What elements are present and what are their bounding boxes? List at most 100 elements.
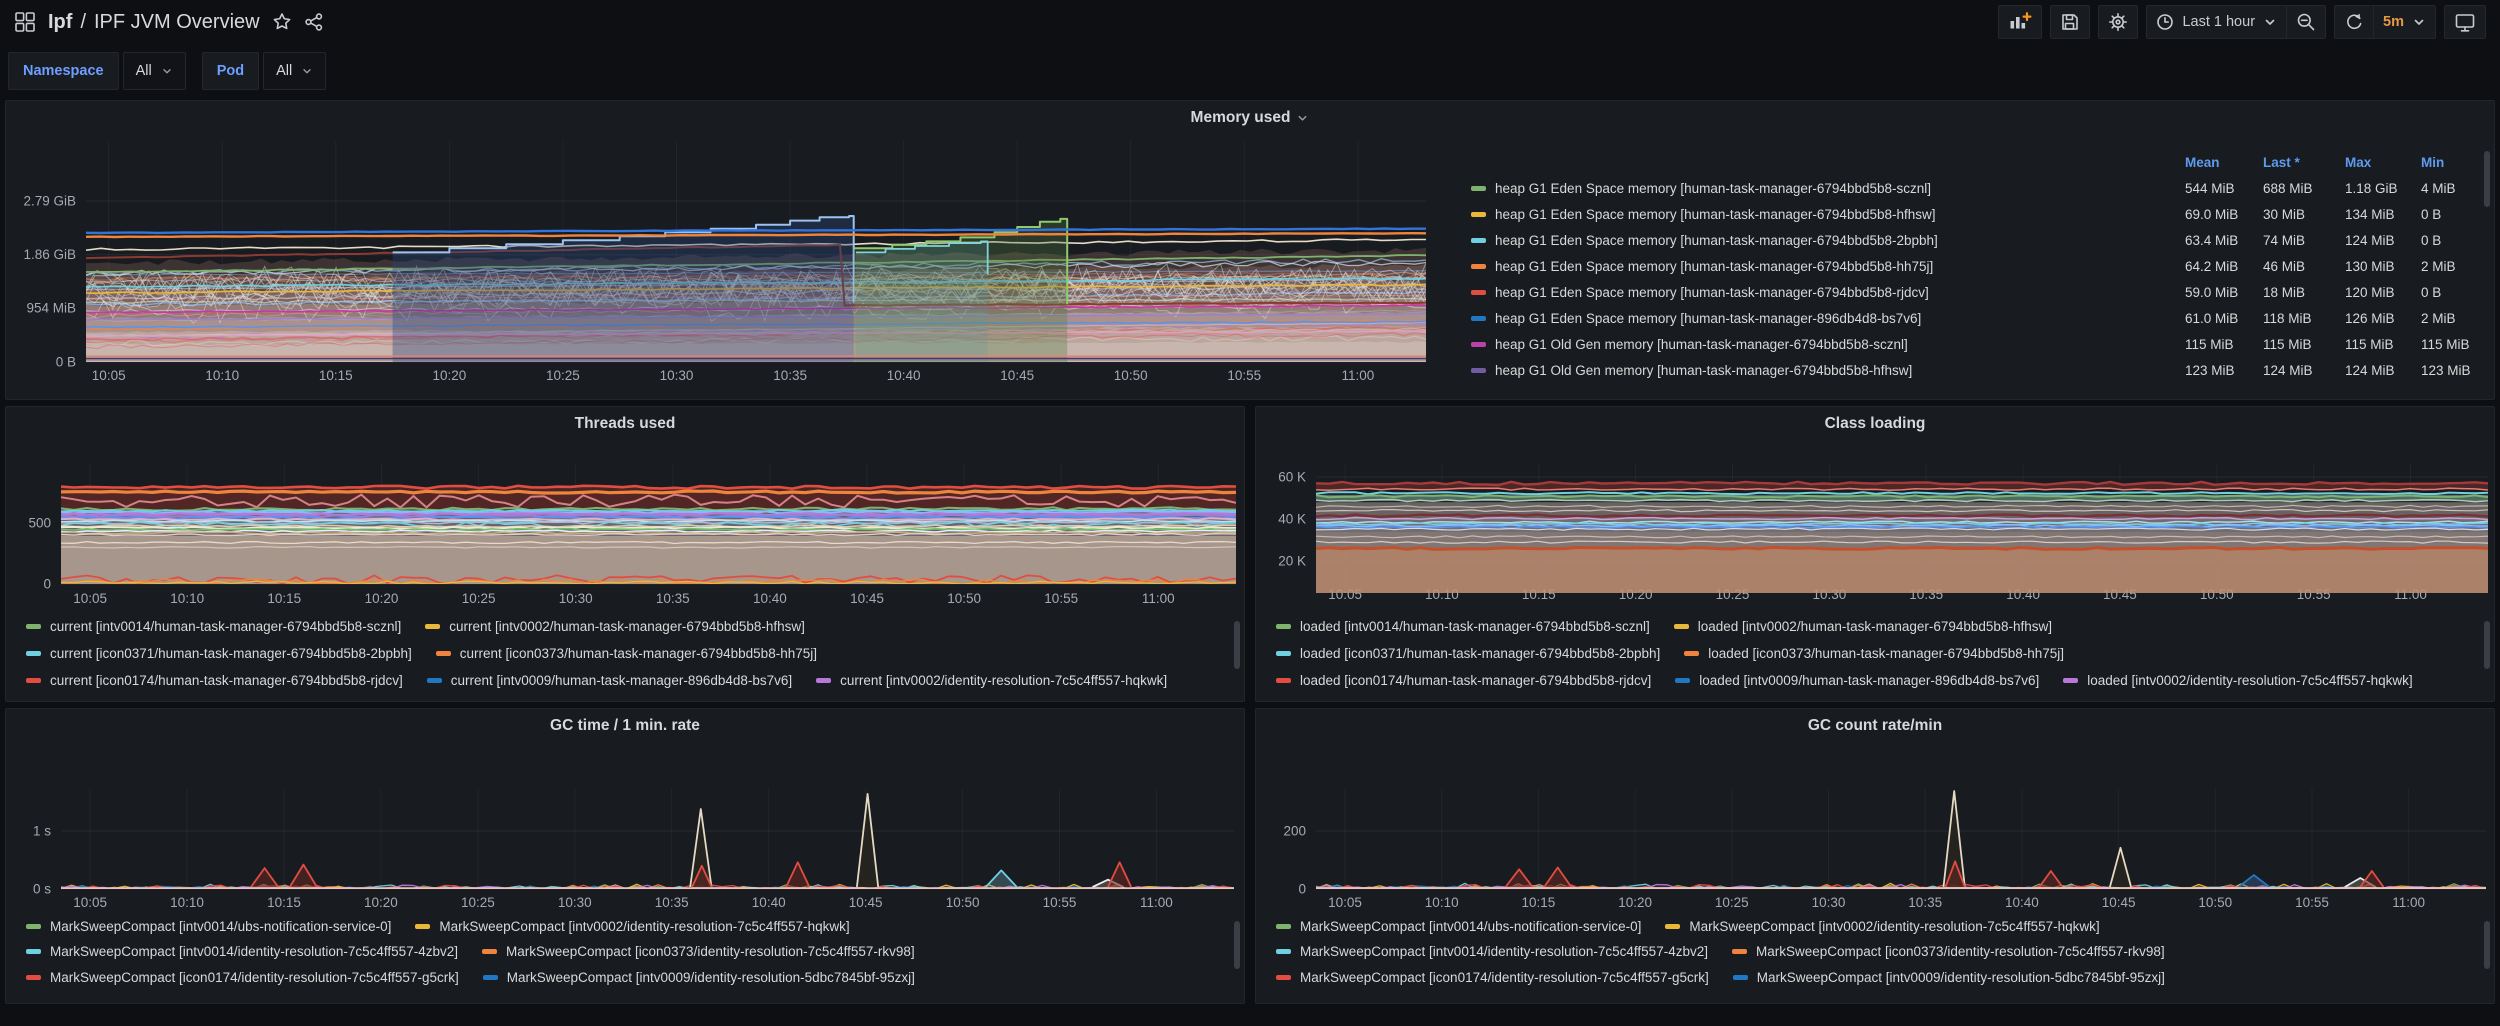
series-color-chip xyxy=(1276,678,1291,683)
legend-item[interactable]: MarkSweepCompact [icon0373/identity-reso… xyxy=(482,944,915,959)
legend-sort-column[interactable]: Min xyxy=(2421,155,2485,170)
chevron-down-icon xyxy=(2412,15,2426,29)
legend-item[interactable]: loaded [intv0014/human-task-manager-6794… xyxy=(1276,619,1650,634)
svg-text:10:35: 10:35 xyxy=(655,895,689,910)
panel-gc-time: GC time / 1 min. rate 1 s0 s10:0510:1010… xyxy=(5,708,1245,1004)
svg-text:10:30: 10:30 xyxy=(1812,895,1846,910)
series-color-chip xyxy=(1276,651,1291,656)
legend-table-row[interactable]: heap G1 Eden Space memory [human-task-ma… xyxy=(1471,201,2485,227)
legend-item[interactable]: current [intv0009/human-task-manager-896… xyxy=(427,673,792,688)
dashboard-grid-icon[interactable] xyxy=(14,11,36,33)
legend-item[interactable]: current [icon0174/human-task-manager-679… xyxy=(26,673,403,688)
panel-title-gc-count-rate[interactable]: GC count rate/min xyxy=(1256,717,2494,735)
breadcrumb-dashboard-title[interactable]: IPF JVM Overview xyxy=(94,11,260,34)
class-loading-legend-scrollbar[interactable] xyxy=(2484,621,2490,669)
legend-table-row[interactable]: heap G1 Old Gen memory [human-task-manag… xyxy=(1471,331,2485,357)
panel-title-memory-used[interactable]: Memory used xyxy=(6,109,2494,127)
series-color-chip xyxy=(1471,238,1486,243)
legend-item[interactable]: MarkSweepCompact [intv0014/ubs-notificat… xyxy=(26,919,391,934)
legend-item[interactable]: MarkSweepCompact [icon0174/identity-reso… xyxy=(26,970,459,985)
legend-row: current [icon0174/human-task-manager-679… xyxy=(26,673,1167,688)
legend-item[interactable]: current [icon0371/human-task-manager-679… xyxy=(26,646,412,661)
svg-text:1.86 GiB: 1.86 GiB xyxy=(23,247,76,262)
legend-item[interactable]: current [intv0002/human-task-manager-679… xyxy=(425,619,805,634)
refresh-icon xyxy=(2344,12,2364,32)
svg-text:10:15: 10:15 xyxy=(267,591,301,606)
variable-pod-dropdown[interactable]: All xyxy=(263,52,326,90)
chevron-down-icon xyxy=(2263,15,2277,29)
kiosk-mode-button[interactable] xyxy=(2444,5,2486,39)
legend-table-row[interactable]: heap G1 Eden Space memory [human-task-ma… xyxy=(1471,279,2485,305)
save-dashboard-icon[interactable] xyxy=(2050,5,2090,39)
series-color-chip xyxy=(1733,975,1748,980)
legend-item[interactable]: current [icon0373/human-task-manager-679… xyxy=(436,646,817,661)
refresh-interval-dropdown[interactable]: 5m xyxy=(2374,5,2436,39)
svg-text:0 s: 0 s xyxy=(33,882,51,897)
svg-text:10:45: 10:45 xyxy=(850,591,884,606)
star-icon[interactable] xyxy=(272,12,292,32)
svg-text:10:15: 10:15 xyxy=(1522,895,1556,910)
legend-table-row[interactable]: heap G1 Old Gen memory [human-task-manag… xyxy=(1471,357,2485,383)
panel-title-gc-time[interactable]: GC time / 1 min. rate xyxy=(6,717,1244,735)
variable-namespace-dropdown[interactable]: All xyxy=(123,52,186,90)
add-panel-button[interactable] xyxy=(1998,5,2042,39)
svg-text:10:05: 10:05 xyxy=(73,895,107,910)
legend-item[interactable]: loaded [icon0371/human-task-manager-6794… xyxy=(1276,646,1660,661)
series-color-chip xyxy=(1471,186,1486,191)
time-range-picker[interactable]: Last 1 hour xyxy=(2146,5,2287,39)
svg-text:10:50: 10:50 xyxy=(2198,895,2232,910)
threads-legend-scrollbar[interactable] xyxy=(1234,621,1240,669)
legend-item[interactable]: loaded [intv0002/identity-resolution-7c5… xyxy=(2063,673,2412,688)
legend-item[interactable]: loaded [intv0009/human-task-manager-896d… xyxy=(1675,673,2039,688)
svg-text:10:45: 10:45 xyxy=(1000,368,1034,383)
breadcrumb-section[interactable]: Ipf xyxy=(48,11,72,34)
variable-pod: Pod All xyxy=(202,52,327,90)
legend-item[interactable]: MarkSweepCompact [intv0009/identity-reso… xyxy=(483,970,915,985)
svg-text:10:30: 10:30 xyxy=(660,368,694,383)
svg-text:10:40: 10:40 xyxy=(887,368,921,383)
series-color-chip xyxy=(26,949,41,954)
legend-table-row[interactable]: heap G1 Eden Space memory [human-task-ma… xyxy=(1471,227,2485,253)
legend-sort-column[interactable]: Mean xyxy=(2185,155,2263,170)
gc-count-rate-chart[interactable]: 200010:0510:1010:1510:2010:2510:3010:351… xyxy=(1256,709,2496,1005)
legend-item[interactable]: MarkSweepCompact [icon0174/identity-reso… xyxy=(1276,970,1709,985)
legend-item[interactable]: MarkSweepCompact [intv0009/identity-reso… xyxy=(1733,970,2165,985)
legend-item[interactable]: loaded [icon0373/human-task-manager-6794… xyxy=(1684,646,2064,661)
legend-item[interactable]: loaded [icon0174/human-task-manager-6794… xyxy=(1276,673,1651,688)
legend-item[interactable]: MarkSweepCompact [intv0014/identity-reso… xyxy=(1276,944,1708,959)
gc-time-legend-scrollbar[interactable] xyxy=(1234,921,1240,969)
svg-text:20 K: 20 K xyxy=(1278,554,1306,569)
zoom-out-button[interactable] xyxy=(2287,5,2326,39)
panel-title-threads-used[interactable]: Threads used xyxy=(6,415,1244,433)
legend-item[interactable]: MarkSweepCompact [intv0014/identity-reso… xyxy=(26,944,458,959)
memory-legend-scrollbar[interactable] xyxy=(2484,151,2490,207)
legend-sort-column[interactable]: Max xyxy=(2345,155,2421,170)
legend-item[interactable]: MarkSweepCompact [intv0002/identity-reso… xyxy=(1665,919,2099,934)
dashboard-settings-gear-icon[interactable] xyxy=(2098,5,2138,39)
refresh-interval-label: 5m xyxy=(2383,14,2404,30)
breadcrumb-separator: / xyxy=(80,11,86,34)
legend-sort-column[interactable]: Last * xyxy=(2263,155,2345,170)
legend-item[interactable]: MarkSweepCompact [icon0373/identity-reso… xyxy=(1732,944,2165,959)
series-color-chip xyxy=(26,924,41,929)
legend-row: current [icon0371/human-task-manager-679… xyxy=(26,646,817,661)
legend-table-row[interactable]: heap G1 Eden Space memory [human-task-ma… xyxy=(1471,175,2485,201)
gc-time-chart[interactable]: 1 s0 s10:0510:1010:1510:2010:2510:3010:3… xyxy=(6,709,1246,1005)
legend-item[interactable]: MarkSweepCompact [intv0014/ubs-notificat… xyxy=(1276,919,1641,934)
legend-table-row[interactable]: heap G1 Eden Space memory [human-task-ma… xyxy=(1471,253,2485,279)
share-icon[interactable] xyxy=(304,12,324,32)
legend-item[interactable]: current [intv0002/identity-resolution-7c… xyxy=(816,673,1167,688)
svg-text:10:15: 10:15 xyxy=(267,895,301,910)
legend-item[interactable]: loaded [intv0002/human-task-manager-6794… xyxy=(1674,619,2052,634)
gc-count-legend-scrollbar[interactable] xyxy=(2484,921,2490,969)
refresh-button[interactable] xyxy=(2334,5,2374,39)
legend-table-row[interactable]: heap G1 Eden Space memory [human-task-ma… xyxy=(1471,305,2485,331)
svg-text:11:00: 11:00 xyxy=(1342,368,1375,383)
series-color-chip xyxy=(1471,368,1486,373)
legend-item[interactable]: MarkSweepCompact [intv0002/identity-reso… xyxy=(415,919,849,934)
svg-text:10:50: 10:50 xyxy=(946,895,980,910)
legend-item[interactable]: current [intv0014/human-task-manager-679… xyxy=(26,619,401,634)
legend-row: loaded [intv0014/human-task-manager-6794… xyxy=(1276,619,2052,634)
top-navigation-bar: Ipf / IPF JVM Overview xyxy=(0,0,2500,44)
panel-title-class-loading[interactable]: Class loading xyxy=(1256,415,2494,433)
